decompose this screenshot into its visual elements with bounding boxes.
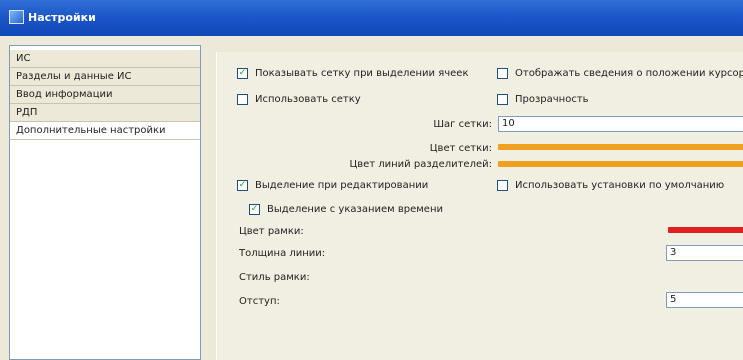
grid-line-color-swatch[interactable] [498,161,743,167]
highlight-time-checkbox[interactable]: ✓ [249,203,260,215]
offset-label: Отступ: [239,296,280,307]
use-defaults-checkbox[interactable] [497,179,508,191]
use-defaults-label: Использовать установки по умолчанию [515,179,725,191]
show-grid-option[interactable]: ✓ Показывать сетку при выделении ячеек [237,66,469,80]
step-label: Шаг сетки: [433,119,492,130]
highlight-checkbox[interactable]: ✓ [237,179,248,191]
use-grid-checkbox[interactable] [237,93,248,105]
use-grid-label: Использовать сетку [255,93,361,105]
line-style-label: Стиль рамки: [239,272,310,283]
highlight-time-option[interactable]: ✓ Выделение с указанием времени [249,202,443,216]
highlight-label: Выделение при редактировании [255,179,429,191]
use-grid-option[interactable]: Использовать сетку [237,92,361,106]
grid-color-label: Цвет сетки: [429,143,492,154]
nav-item-sections[interactable]: Разделы и данные ИС [10,68,200,86]
line-thickness-label: Толщина линии: [239,248,326,259]
step-input[interactable]: 10 [498,116,743,132]
line-color-label: Цвет рамки: [239,226,304,237]
nav-item-rdp[interactable]: РДП [10,104,200,122]
dialog-body: ИС Разделы и данные ИС Ввод информации Р… [0,36,743,360]
app-icon [9,10,24,24]
line-color-swatch[interactable] [668,227,743,233]
highlight-option[interactable]: ✓ Выделение при редактировании [237,178,428,192]
settings-nav: ИС Разделы и данные ИС Ввод информации Р… [9,45,201,360]
transparency-option[interactable]: Прозрачность [497,92,589,106]
use-defaults-option[interactable]: Использовать установки по умолчанию [497,178,724,192]
show-grid-label: Показывать сетку при выделении ячеек [255,67,469,79]
grid-color-swatch[interactable] [498,144,743,150]
nav-item-is[interactable]: ИС [10,50,200,68]
transparency-label: Прозрачность [515,93,589,105]
title-bar: Настройки [0,0,743,37]
transparency-checkbox[interactable] [497,93,508,105]
nav-item-input[interactable]: Ввод информации [10,86,200,104]
nav-item-extra[interactable]: Дополнительные настройки [10,122,200,140]
cursor-info-option[interactable]: Отображать сведения о положении курсора [497,66,743,80]
highlight-time-label: Выделение с указанием времени [267,203,443,215]
grid-line-color-label: Цвет линий разделителей: [349,159,492,170]
offset-input[interactable]: 5 [666,292,743,308]
window-title: Настройки [28,11,96,24]
cursor-info-label: Отображать сведения о положении курсора [515,67,743,79]
show-grid-checkbox[interactable]: ✓ [237,67,248,79]
settings-panel: ✓ Показывать сетку при выделении ячеек О… [216,52,743,360]
line-thickness-input[interactable]: 3 [666,245,743,261]
cursor-info-checkbox[interactable] [497,67,508,79]
